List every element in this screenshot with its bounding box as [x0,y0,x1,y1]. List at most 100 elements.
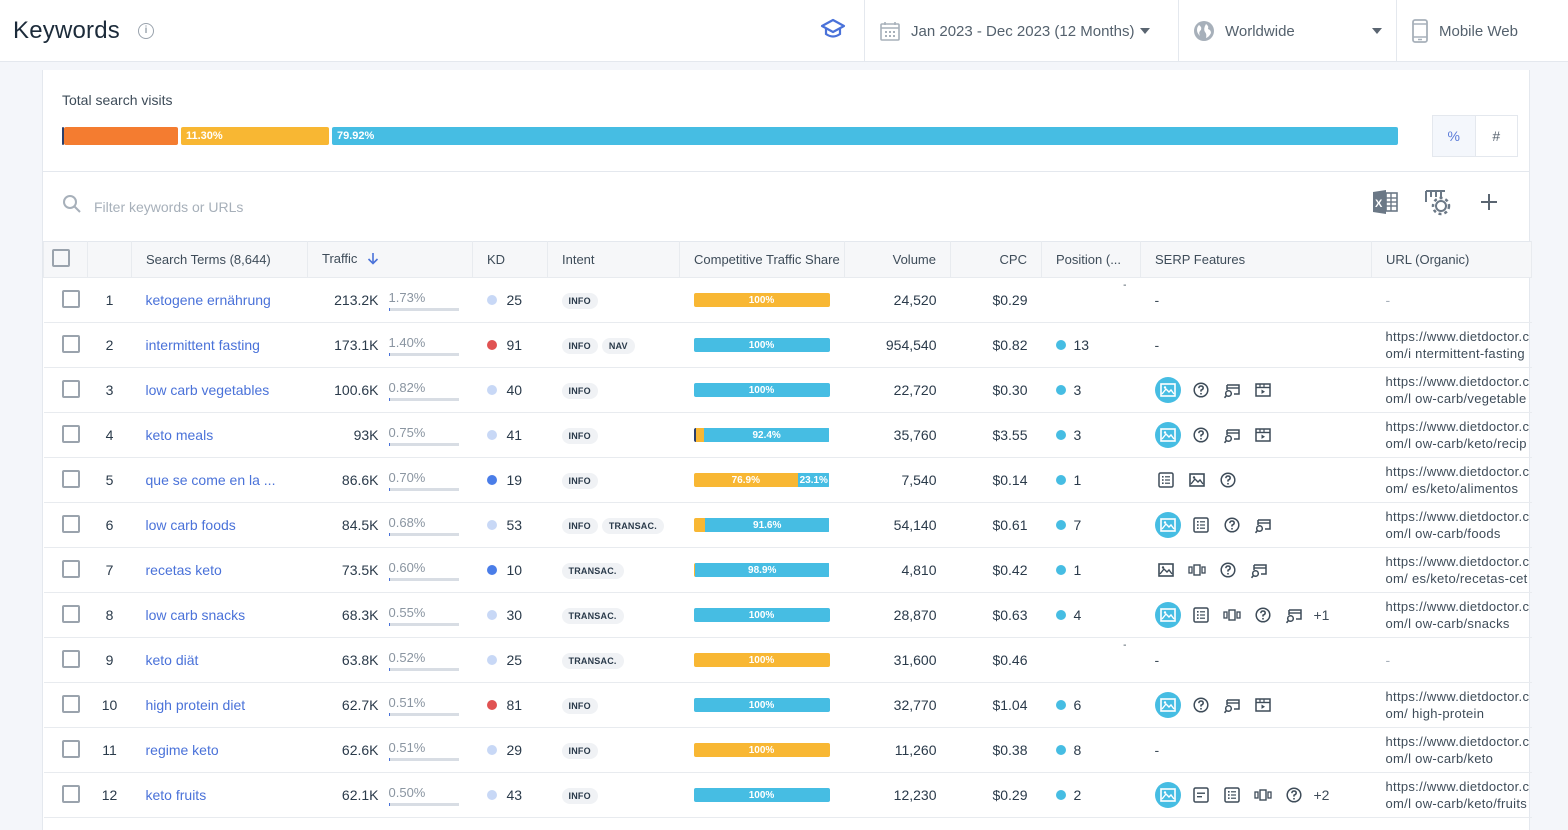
competitive-traffic-share-bar[interactable]: 76.9% 23.1% [693,473,830,487]
organic-url-link[interactable]: https://www.dietdoctor.com/l ow-carb/foo… [1386,508,1532,542]
carousel-icon[interactable] [1186,559,1208,581]
featured-list-icon[interactable] [1190,604,1212,626]
search-term-link[interactable]: ketogene ernährung [146,292,271,308]
tsv-segment[interactable]: 79.92% [332,127,1398,145]
table-row[interactable]: 1 ketogene ernährung 213.2K 1.73% 25 INF… [43,277,1532,323]
row-checkbox[interactable] [61,334,80,353]
image-pack-icon[interactable] [1154,512,1181,538]
table-row[interactable]: 10 high protein diet 62.7K 0.51% 81 INFO… [43,682,1532,728]
search-term-link[interactable]: que se come en la ... [146,472,276,488]
column-header-cpc[interactable]: CPC [950,241,1042,278]
academy-button[interactable] [802,0,864,62]
local-pack-icon[interactable] [1248,559,1270,581]
competitive-traffic-share-bar[interactable]: 98.9% [693,563,830,577]
table-row[interactable]: 5 que se come en la ... 86.6K 0.70% 19 I… [43,457,1532,503]
row-checkbox[interactable] [61,649,80,668]
search-term-link[interactable]: low carb vegetables [146,382,270,398]
column-header-kd[interactable]: KD [472,241,548,278]
row-checkbox[interactable] [61,514,80,533]
row-checkbox[interactable] [61,469,80,488]
organic-url-link[interactable]: https://www.dietdoctor.com/l ow-carb/ket… [1386,733,1532,767]
table-row[interactable]: 8 low carb snacks 68.3K 0.55% 30 TRANSAC… [43,592,1532,638]
table-row[interactable]: 2 intermittent fasting 173.1K 1.40% 91 I… [43,322,1532,368]
column-header-volume[interactable]: Volume [844,241,951,278]
organic-url-link[interactable]: https://www.dietdoctor.com/l ow-carb/ket… [1386,418,1532,452]
table-row[interactable]: 12 keto fruits 62.1K 0.50% 43 INFO 100% … [43,772,1532,818]
search-term-link[interactable]: high protein diet [146,697,246,713]
image-pack-icon[interactable] [1154,602,1181,628]
table-row[interactable]: 4 keto meals 93K 0.75% 41 INFO 92.4% 35,… [43,412,1532,458]
organic-url-link[interactable]: https://www.dietdoctor.com/l ow-carb/ket… [1386,778,1532,812]
video-icon[interactable] [1252,424,1274,446]
select-all-checkbox[interactable] [52,249,70,267]
competitive-traffic-share-bar[interactable]: 100% [693,653,830,667]
organic-url-link[interactable]: https://www.dietdoctor.com/ es/keto/rece… [1386,553,1532,587]
image-pack-icon[interactable] [1154,422,1181,448]
competitive-traffic-share-bar[interactable]: 100% [693,383,830,397]
image-pack-icon[interactable] [1186,469,1208,491]
competitive-traffic-share-bar[interactable]: 91.6% [693,518,830,532]
search-term-link[interactable]: low carb foods [146,517,236,533]
column-header-url-organic[interactable]: URL (Organic) [1371,241,1532,278]
image-pack-icon[interactable] [1154,692,1181,718]
featured-snippet-icon[interactable] [1190,784,1212,806]
organic-url-link[interactable]: https://www.dietdoctor.com/ es/keto/alim… [1386,463,1532,497]
row-checkbox[interactable] [61,289,80,308]
competitive-traffic-share-bar[interactable]: 100% [693,788,830,802]
tsv-segment[interactable] [64,127,178,145]
column-header-competitive-traffic-share[interactable]: Competitive Traffic Share [679,241,845,278]
filter-keywords-input[interactable] [94,198,494,215]
search-term-link[interactable]: keto diät [146,652,199,668]
people-also-ask-icon[interactable] [1190,694,1212,716]
search-term-link[interactable]: recetas keto [146,562,222,578]
organic-url-link[interactable]: https://www.dietdoctor.com/ high-protein [1386,688,1532,722]
image-pack-icon[interactable] [1154,782,1181,808]
video-icon[interactable] [1252,694,1274,716]
table-row[interactable]: 7 recetas keto 73.5K 0.60% 10 TRANSAC. 9… [43,547,1532,593]
featured-list-icon[interactable] [1155,469,1177,491]
search-term-link[interactable]: regime keto [146,742,219,758]
local-pack-icon[interactable] [1252,514,1274,536]
row-checkbox[interactable] [61,559,80,578]
carousel-icon[interactable] [1221,604,1243,626]
row-checkbox[interactable] [61,784,80,803]
search-term-link[interactable]: keto fruits [146,787,207,803]
search-term-link[interactable]: intermittent fasting [146,337,260,353]
competitive-traffic-share-bar[interactable]: 100% [693,293,830,307]
local-pack-icon[interactable] [1221,694,1243,716]
image-pack-icon[interactable] [1154,377,1181,403]
table-row[interactable]: 11 regime keto 62.6K 0.51% 29 INFO 100% … [43,727,1532,773]
row-checkbox[interactable] [61,604,80,623]
search-term-link[interactable]: keto meals [146,427,214,443]
add-column-button[interactable] [1475,190,1503,218]
row-checkbox[interactable] [61,424,80,443]
number-toggle-button[interactable]: # [1476,116,1518,156]
organic-url-link[interactable]: https://www.dietdoctor.com/l ow-carb/sna… [1386,598,1532,632]
competitive-traffic-share-bar[interactable]: 100% [693,608,830,622]
device-dropdown[interactable]: Mobile Web [1396,0,1568,62]
region-dropdown[interactable]: Worldwide [1178,0,1396,62]
image-pack-icon[interactable] [1155,559,1177,581]
row-checkbox[interactable] [61,739,80,758]
people-also-ask-icon[interactable] [1252,604,1274,626]
column-header-intent[interactable]: Intent [547,241,680,278]
column-settings-button[interactable] [1423,189,1451,218]
people-also-ask-icon[interactable] [1217,559,1239,581]
competitive-traffic-share-bar[interactable]: 100% [693,338,830,352]
row-checkbox[interactable] [61,694,80,713]
tsv-segment[interactable]: 11.30% [181,127,329,145]
organic-url-link[interactable]: https://www.dietdoctor.com/l ow-carb/veg… [1386,373,1532,407]
competitive-traffic-share-bar[interactable]: 100% [693,698,830,712]
competitive-traffic-share-bar[interactable]: 92.4% [693,428,830,442]
carousel-icon[interactable] [1252,784,1274,806]
video-icon[interactable] [1252,379,1274,401]
column-header-traffic[interactable]: Traffic [307,241,473,278]
table-row[interactable]: 6 low carb foods 84.5K 0.68% 53 INFO TRAN… [43,502,1532,548]
people-also-ask-icon[interactable] [1190,379,1212,401]
people-also-ask-icon[interactable] [1190,424,1212,446]
serp-more-count[interactable]: +2 [1314,787,1330,803]
table-row[interactable]: 3 low carb vegetables 100.6K 0.82% 40 IN… [43,367,1532,413]
search-term-link[interactable]: low carb snacks [146,607,246,623]
row-checkbox[interactable] [61,379,80,398]
info-icon[interactable]: i [137,22,154,39]
